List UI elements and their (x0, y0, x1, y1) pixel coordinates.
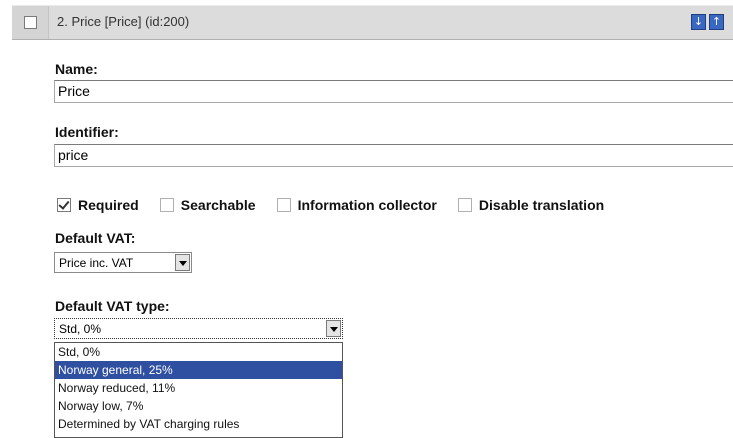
name-label: Name: (55, 61, 98, 77)
default-vat-type-select[interactable]: Std, 0% (54, 318, 343, 339)
required-checkbox[interactable] (57, 197, 71, 212)
vat-type-option-highlighted[interactable]: Norway general, 25% (55, 361, 342, 379)
vat-type-option[interactable]: Norway low, 7% (55, 397, 342, 415)
information-collector-checkbox[interactable] (276, 197, 291, 212)
identifier-input[interactable]: price (54, 144, 733, 167)
information-collector-label: Information collector (297, 196, 437, 213)
attribute-header: 2. Price [Price] (id:200) ↓ ↑ (12, 5, 733, 40)
move-up-button[interactable]: ↑ (709, 14, 724, 30)
attribute-title: 2. Price [Price] (id:200) (57, 14, 190, 29)
vat-type-option[interactable]: Determined by VAT charging rules (55, 415, 342, 433)
default-vat-select[interactable]: Price inc. VAT (54, 252, 192, 273)
default-vat-type-value: Std, 0% (59, 322, 102, 336)
attribute-select-checkbox[interactable] (24, 16, 37, 29)
default-vat-value: Price inc. VAT (59, 256, 134, 270)
default-vat-type-label: Default VAT type: (55, 298, 170, 314)
arrow-down-icon: ↓ (693, 15, 704, 28)
name-input[interactable]: Price (54, 80, 733, 103)
arrow-up-icon: ↑ (711, 15, 722, 28)
disable-translation-checkbox[interactable] (457, 197, 472, 212)
attribute-flags: Required Searchable Information collecto… (57, 194, 620, 213)
searchable-checkbox[interactable] (159, 197, 174, 212)
chevron-down-icon[interactable] (326, 320, 341, 337)
required-label: Required (78, 196, 139, 213)
vat-type-dropdown-list: Std, 0% Norway general, 25% Norway reduc… (54, 342, 343, 438)
chevron-down-icon[interactable] (175, 254, 190, 271)
move-down-button[interactable]: ↓ (691, 14, 706, 30)
identifier-label: Identifier: (55, 124, 119, 140)
searchable-label: Searchable (180, 196, 256, 213)
vat-type-option[interactable]: Norway reduced, 11% (55, 379, 342, 397)
vat-type-option[interactable]: Std, 0% (55, 343, 342, 361)
disable-translation-label: Disable translation (478, 196, 605, 213)
default-vat-label: Default VAT: (55, 230, 136, 246)
